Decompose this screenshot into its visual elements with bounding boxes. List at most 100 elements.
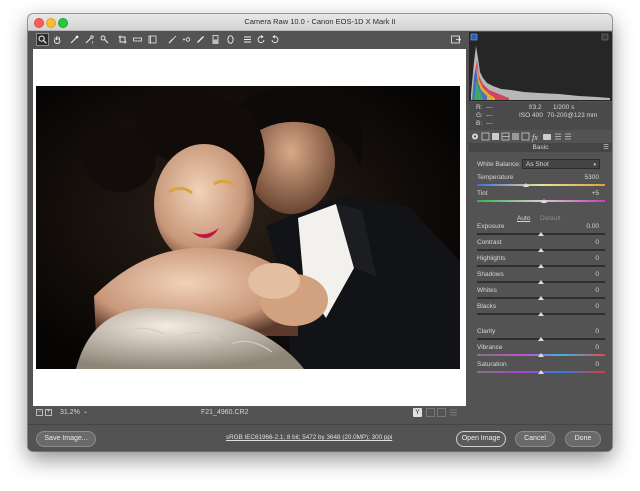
zoom-window-button[interactable] <box>58 18 68 28</box>
histogram <box>469 32 612 101</box>
fullscreen-icon[interactable] <box>449 33 462 46</box>
slider-track[interactable] <box>477 184 605 186</box>
slider-value[interactable]: 0 <box>595 239 599 246</box>
slider-label: Whites <box>477 287 497 294</box>
slider-thumb[interactable] <box>538 296 544 300</box>
slider-label: Tint <box>477 190 488 197</box>
slider-value[interactable]: 0 <box>595 255 599 262</box>
slider-exposure[interactable]: Exposure 0.00 <box>477 223 605 238</box>
g-label: G: <box>476 112 483 119</box>
select-chevron-icon: ▾ <box>593 162 596 168</box>
title-bar: Camera Raw 10.0 - Canon EOS-1D X Mark II <box>28 14 612 31</box>
slider-thumb[interactable] <box>538 248 544 252</box>
slider-value[interactable]: 0 <box>595 328 599 335</box>
slider-thumb[interactable] <box>538 337 544 341</box>
window-title: Camera Raw 10.0 - Canon EOS-1D X Mark II <box>244 17 396 26</box>
slider-value[interactable]: 0 <box>595 271 599 278</box>
save-image-button[interactable]: Save Image... <box>36 431 96 447</box>
bottom-bar: Save Image... sRGB IEC61966-2.1; 8 bit; … <box>28 424 612 451</box>
slider-thumb[interactable] <box>538 232 544 236</box>
slider-value[interactable]: 0 <box>595 344 599 351</box>
target-adjust-icon[interactable] <box>98 33 111 46</box>
zoom-dropdown-chevron-icon[interactable]: ⌄ <box>83 408 88 415</box>
crop-icon[interactable] <box>116 33 129 46</box>
slider-label: Vibrance <box>477 344 503 351</box>
white-balance-icon[interactable] <box>68 33 81 46</box>
shutter-value: 1/200 s <box>553 104 575 111</box>
slider-label: Clarity <box>477 328 496 335</box>
slider-shadows[interactable]: Shadows 0 <box>477 271 605 286</box>
slider-label: Blacks <box>477 303 497 310</box>
slider-label: Saturation <box>477 361 507 368</box>
slider-whites[interactable]: Whites 0 <box>477 287 605 302</box>
rotate-right-icon[interactable] <box>268 33 281 46</box>
zoom-in-button[interactable]: + <box>45 409 52 416</box>
slider-value[interactable]: 0 <box>595 287 599 294</box>
slider-clarity[interactable]: Clarity 0 <box>477 328 605 343</box>
white-balance-label: White Balance: <box>477 161 521 168</box>
open-image-button[interactable]: Open Image <box>456 431 506 447</box>
slider-thumb[interactable] <box>522 183 529 187</box>
b-value: --- <box>486 120 493 127</box>
zoom-out-button[interactable]: − <box>36 409 43 416</box>
white-balance-select[interactable]: As Shot ▾ <box>522 159 600 169</box>
before-after-toggle-icon[interactable]: Y <box>413 408 422 417</box>
status-bar: − + 31.2% ⌄ F21_4960.CR2 Y <box>33 406 466 419</box>
slider-value[interactable]: 5300 <box>585 174 599 181</box>
panel-menu-icon[interactable]: ☰ <box>603 143 609 152</box>
workflow-options-link[interactable]: sRGB IEC61966-2.1; 8 bit; 5472 by 3648 (… <box>226 434 392 441</box>
close-window-button[interactable] <box>34 18 44 28</box>
auto-button[interactable]: Auto <box>517 215 530 222</box>
slider-vibrance[interactable]: Vibrance 0 <box>477 344 605 359</box>
photo-preview <box>36 86 460 369</box>
g-value: --- <box>486 112 493 119</box>
zoom-icon[interactable] <box>36 33 49 46</box>
slider-thumb[interactable] <box>538 280 544 284</box>
slider-label: Highlights <box>477 255 506 262</box>
done-button[interactable]: Done <box>565 431 601 447</box>
slider-value[interactable]: 0 <box>595 303 599 310</box>
straighten-icon[interactable] <box>131 33 144 46</box>
slider-thumb[interactable] <box>538 353 544 357</box>
r-label: R: <box>476 104 483 111</box>
slider-thumb[interactable] <box>540 199 547 203</box>
red-eye-icon[interactable] <box>180 33 193 46</box>
preferences-icon[interactable] <box>241 33 254 46</box>
slider-value[interactable]: 0 <box>595 361 599 368</box>
slider-thumb[interactable] <box>538 312 544 316</box>
copy-settings-icon[interactable] <box>437 408 446 417</box>
filename-label: F21_4960.CR2 <box>201 409 249 416</box>
rotate-left-icon[interactable] <box>255 33 268 46</box>
slider-blacks[interactable]: Blacks 0 <box>477 303 605 318</box>
slider-thumb[interactable] <box>538 370 544 374</box>
svg-text:fx: fx <box>532 133 538 142</box>
transform-icon[interactable] <box>146 33 159 46</box>
slider-value[interactable]: +5 <box>592 190 599 197</box>
cancel-button[interactable]: Cancel <box>515 431 555 447</box>
color-sampler-icon[interactable] <box>83 33 96 46</box>
minimize-window-button[interactable] <box>46 18 56 28</box>
lens-value: 70-200@123 mm <box>547 112 598 119</box>
spot-removal-icon[interactable] <box>166 33 179 46</box>
aperture-value: f/3.2 <box>529 104 542 111</box>
slider-temperature[interactable]: Temperature 5300 <box>477 174 605 189</box>
graduated-filter-icon[interactable] <box>209 33 222 46</box>
hand-icon[interactable] <box>51 33 64 46</box>
toggle-settings-icon[interactable] <box>449 408 458 417</box>
camera-raw-window: Camera Raw 10.0 - Canon EOS-1D X Mark II <box>28 14 612 451</box>
camera-info: R: --- G: --- B: --- f/3.2 1/200 s ISO 4… <box>469 102 612 130</box>
swap-settings-icon[interactable] <box>426 408 435 417</box>
slider-saturation[interactable]: Saturation 0 <box>477 361 605 376</box>
radial-filter-icon[interactable] <box>224 33 237 46</box>
slider-label: Contrast <box>477 239 502 246</box>
slider-thumb[interactable] <box>538 264 544 268</box>
slider-tint[interactable]: Tint +5 <box>477 190 605 205</box>
image-preview-area[interactable] <box>33 49 466 406</box>
slider-value[interactable]: 0.00 <box>586 223 599 230</box>
default-button[interactable]: Default <box>540 215 561 222</box>
slider-highlights[interactable]: Highlights 0 <box>477 255 605 270</box>
adjustment-brush-icon[interactable] <box>194 33 207 46</box>
zoom-level[interactable]: 31.2% <box>60 409 80 416</box>
slider-contrast[interactable]: Contrast 0 <box>477 239 605 254</box>
panel-title: Basic ☰ <box>469 143 612 152</box>
